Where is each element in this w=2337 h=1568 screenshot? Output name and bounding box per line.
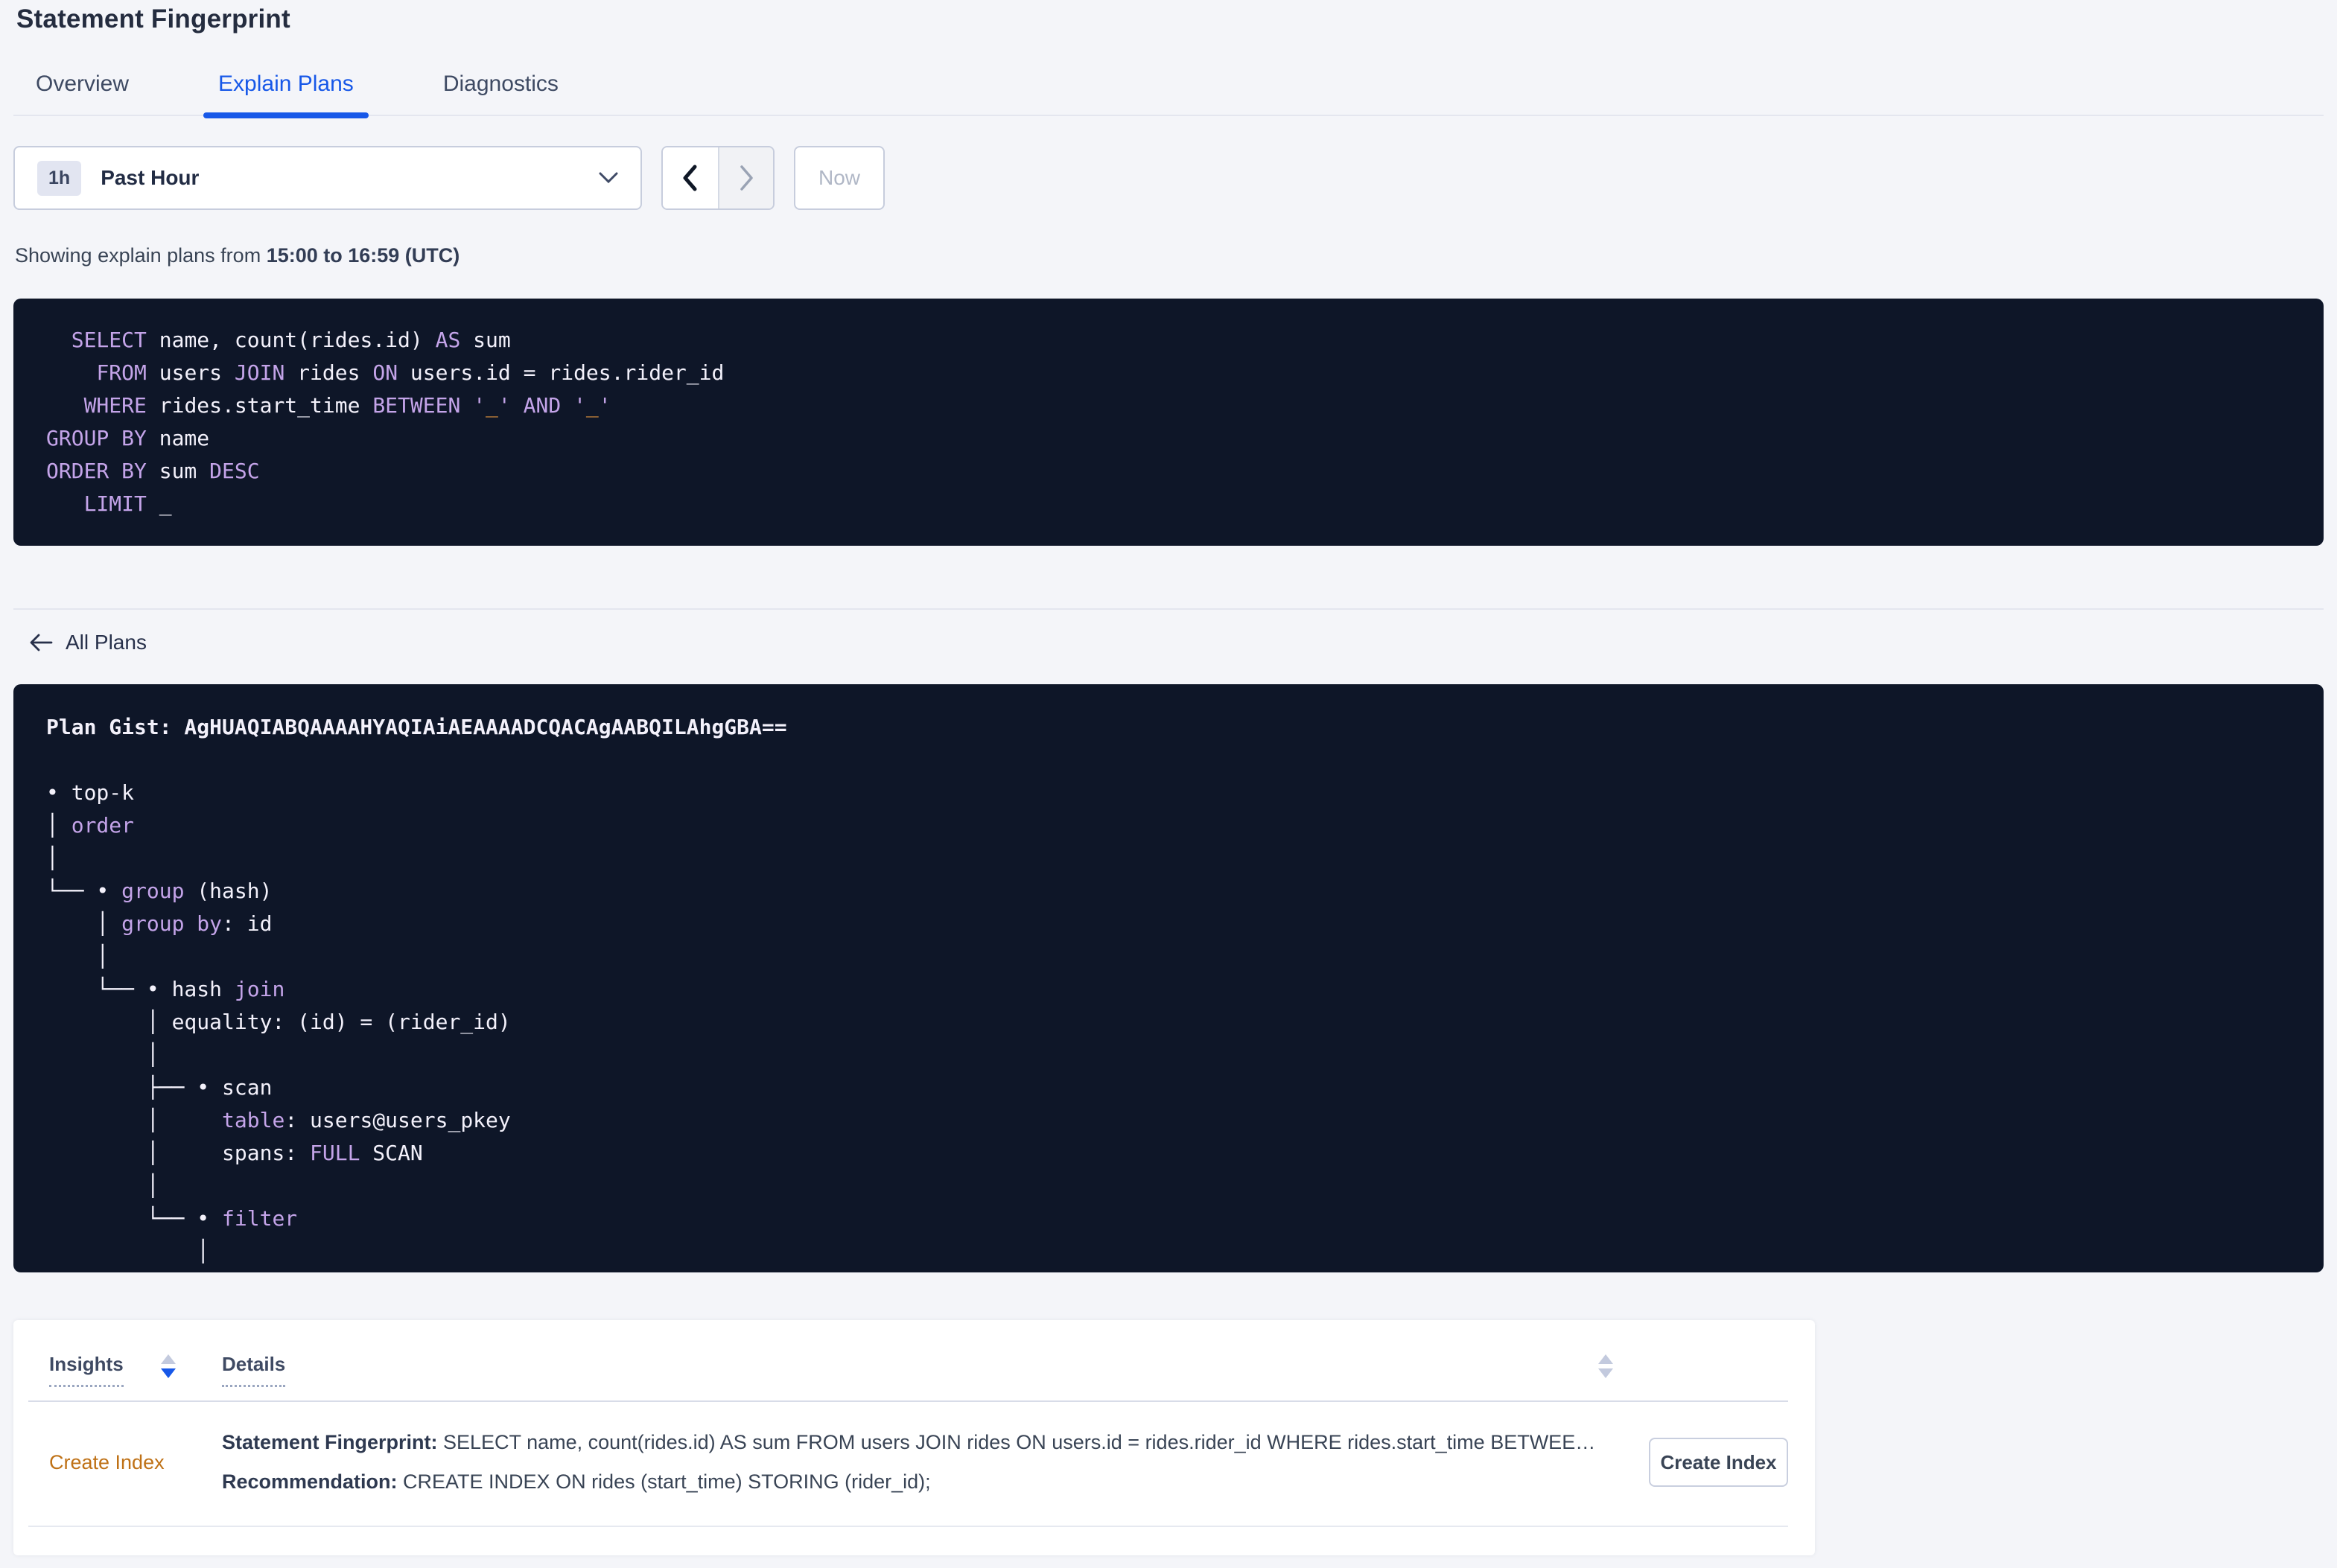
time-range-select[interactable]: 1h Past Hour [13, 146, 642, 210]
showing-range-value: 15:00 to 16:59 (UTC) [266, 244, 460, 267]
tab-explain-plans[interactable]: Explain Plans [203, 71, 369, 118]
code-line: │ [46, 1173, 159, 1198]
fingerprint-text: SELECT name, count(rides.id) AS sum FROM… [437, 1431, 1607, 1453]
sort-asc-triangle [1598, 1354, 1613, 1364]
code-line: └── • group (hash) [46, 879, 273, 903]
time-range-value: Past Hour [101, 166, 200, 189]
code-line: └── • filter [46, 1206, 298, 1231]
insights-column-label: Insights [49, 1353, 124, 1387]
table-row: Create Index Statement Fingerprint: SELE… [13, 1402, 1815, 1526]
create-index-link[interactable]: Create Index [49, 1451, 165, 1473]
tab-bar: Overview Explain Plans Diagnostics [13, 71, 2324, 118]
showing-range-text: Showing explain plans from 15:00 to 16:5… [15, 244, 2324, 267]
code-line: • top-k [46, 780, 135, 805]
now-button[interactable]: Now [794, 146, 885, 210]
section-divider [13, 608, 2324, 610]
code-line: │ table: users@users_pkey [46, 1108, 511, 1132]
sql-code: SELECT name, count(rides.id) AS sum FROM… [46, 324, 2294, 520]
code-line: SELECT name, count(rides.id) AS sum [71, 328, 511, 352]
plan-gist-block[interactable]: Plan Gist: AgHUAQIABQAAAAHYAQIAiAEAAAADC… [13, 684, 2324, 1272]
table-row-divider [28, 1526, 1788, 1527]
insights-table-card: Insights Details Create Index Statement … [13, 1320, 1815, 1555]
sql-statement-block: SELECT name, count(rides.id) AS sum FROM… [13, 299, 2324, 546]
details-column-label: Details [222, 1353, 286, 1387]
code-line: │ equality: (id) = (rider_id) [46, 1010, 511, 1034]
tab-diagnostics[interactable]: Diagnostics [428, 71, 573, 115]
sort-icon-insights[interactable] [160, 1354, 176, 1378]
statement-fingerprint-detail: Statement Fingerprint: SELECT name, coun… [222, 1423, 1607, 1462]
code-line: │ [46, 1042, 159, 1067]
code-line: GROUP BY name [46, 426, 210, 450]
all-plans-label: All Plans [66, 631, 147, 654]
code-line: └── • hash join [46, 977, 285, 1001]
showing-range-prefix: Showing explain plans from [15, 244, 267, 267]
code-line: │ [46, 1239, 210, 1263]
chevron-right-icon [740, 165, 753, 191]
time-nav-button-group [661, 146, 775, 210]
column-header-insights[interactable]: Insights [49, 1353, 222, 1387]
sort-desc-triangle [160, 1368, 176, 1378]
recommendation-label: Recommendation: [222, 1470, 398, 1493]
chevron-left-icon [683, 165, 697, 191]
code-line: │ [46, 846, 59, 870]
sort-icon-details[interactable] [1598, 1354, 1613, 1378]
code-line: │ group by: id [46, 911, 273, 936]
column-header-details[interactable]: Details [222, 1353, 1649, 1387]
code-line: LIMIT _ [83, 491, 172, 516]
page-title: Statement Fingerprint [16, 4, 290, 34]
prev-time-button[interactable] [663, 147, 718, 208]
code-line: FROM users JOIN rides ON users.id = ride… [96, 360, 725, 385]
recommendation-text: CREATE INDEX ON rides (start_time) STORI… [397, 1470, 931, 1493]
code-line: Plan Gist: AgHUAQIABQAAAAHYAQIAiAEAAAADC… [46, 715, 787, 739]
sort-desc-triangle [1598, 1368, 1613, 1378]
sort-asc-triangle [160, 1354, 176, 1364]
tab-overview[interactable]: Overview [21, 71, 144, 115]
code-line: WHERE rides.start_time BETWEEN '_' AND '… [83, 393, 611, 418]
time-controls: 1h Past Hour Now [13, 146, 2324, 210]
code-line: │ [46, 944, 109, 969]
plan-gist-tree: Plan Gist: AgHUAQIABQAAAAHYAQIAiAEAAAADC… [46, 711, 2294, 1268]
code-line: │ spans: FULL SCAN [46, 1141, 423, 1165]
code-line: │ order [46, 813, 135, 838]
chevron-down-icon [599, 172, 618, 184]
code-line: ORDER BY sum DESC [46, 459, 260, 483]
create-index-button[interactable]: Create Index [1649, 1438, 1788, 1487]
next-time-button[interactable] [718, 147, 773, 208]
statement-fingerprint-page: Statement Fingerprint Overview Explain P… [0, 0, 2337, 1555]
insights-table-header: Insights Details [13, 1320, 1815, 1398]
arrow-left-icon [30, 634, 53, 651]
all-plans-back-link[interactable]: All Plans [28, 631, 147, 654]
code-line: ├── • scan [46, 1075, 273, 1100]
recommendation-detail: Recommendation: CREATE INDEX ON rides (s… [222, 1462, 1607, 1502]
fingerprint-label: Statement Fingerprint: [222, 1431, 438, 1453]
time-range-badge: 1h [37, 160, 82, 196]
